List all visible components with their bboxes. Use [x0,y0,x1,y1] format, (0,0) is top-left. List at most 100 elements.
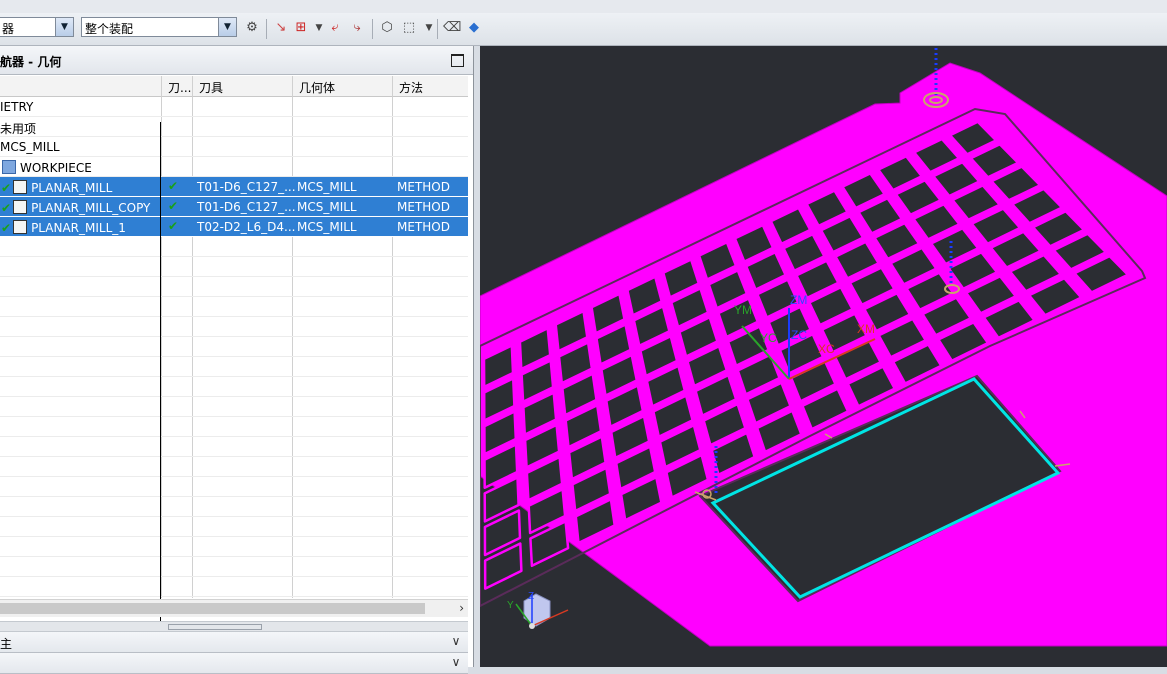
chevron-down-icon[interactable]: ▼ [218,18,236,36]
filter-combo-value: 器 [2,22,15,36]
tree-row-selected[interactable]: ✔ PLANAR_MILL ✔ T01-D6_C127_... MCS_MILL … [0,177,468,197]
axis-label-zc: ZC [791,328,807,342]
row-name: 未用项 [0,122,37,136]
dependencies-panel-header[interactable]: ∨ [0,653,468,674]
row-name: MCS_MILL [0,140,60,154]
triad-label-y: Y [507,600,514,611]
scrollbar-thumb[interactable] [0,603,425,614]
status-check-icon: ✔ [168,199,179,213]
row-name: WORKPIECE [20,161,92,175]
tree-connector-line [160,122,161,646]
row-geometry: MCS_MILL [297,220,357,234]
empty-row [0,457,468,477]
eraser-icon[interactable]: ⌫ [443,19,461,37]
empty-row [0,417,468,437]
empty-row [0,517,468,537]
toolbar-separator [266,19,267,39]
check-icon: ✔ [1,181,12,195]
details-panel-header[interactable]: 主 ∨ [0,632,468,653]
row-geometry: MCS_MILL [297,180,357,194]
row-method: METHOD [397,180,450,194]
scope-combo[interactable]: 整个装配 ▼ [81,17,237,37]
chevron-down-icon[interactable]: ▼ [55,18,73,36]
column-header: 刀... 刀具 几何体 方法 [0,76,468,97]
workpiece-icon [2,160,16,174]
toolbar-separator [437,19,438,39]
axis-label-zm: ZM [790,293,807,307]
axis-label-xc: XC [818,342,835,356]
empty-row [0,237,468,257]
axis-label-xm: XM [857,322,875,336]
empty-row [0,477,468,497]
snap-endpoint-icon[interactable]: ↘ [272,19,290,37]
empty-row [0,437,468,457]
operation-navigator: 航器 - 几何 刀... 刀具 几何体 方法 IETRY 未用项 MCS_MIL… [0,46,474,674]
triad-label-z: Z [528,591,534,602]
row-tool: T01-D6_C127_... [197,180,296,194]
snap-quadrant-icon[interactable]: ⤷ [348,19,366,37]
rectangle-select-icon[interactable]: ⬚ [400,19,418,37]
column-header-status[interactable]: 刀... [168,79,191,96]
maximize-icon[interactable] [451,54,464,67]
empty-row [0,397,468,417]
model-view[interactable]: ZM ZC YM YC XM XC Z Y [480,46,1167,667]
scope-combo-value: 整个装配 [85,22,134,36]
cube-icon[interactable]: ◆ [465,19,483,37]
empty-row [0,497,468,517]
chevron-right-icon[interactable]: › [459,601,464,615]
empty-row [0,377,468,397]
column-header-tool[interactable]: 刀具 [199,79,223,96]
axis-label-yc: YC [760,331,777,345]
empty-row [0,337,468,357]
navigator-header: 航器 - 几何 [0,46,473,75]
navigator-title: 航器 - 几何 [0,55,62,69]
column-header-method[interactable]: 方法 [399,79,423,96]
empty-row [0,357,468,377]
row-tool: T02-D2_L6_D4... [197,220,296,234]
splitter-grip[interactable] [168,624,262,630]
panel-splitter[interactable] [0,621,468,632]
empty-row [0,257,468,277]
planar-mill-icon [13,180,28,194]
status-check-icon: ✔ [168,219,179,233]
row-name: IETRY [0,100,34,114]
empty-row [0,577,468,597]
toolbar-separator [372,19,373,39]
empty-row [0,277,468,297]
tree-row-selected[interactable]: ✔ PLANAR_MILL_1 ✔ T02-D2_L6_D4... MCS_MIL… [0,217,468,237]
main-toolbar: 器 ▼ 整个装配 ▼ ⚙ ↘ ⊞ ▼ ⤶ ⤷ ⬡ ⬚ ▼ ⌫ ◆ [0,13,1167,46]
snap-point-icon[interactable]: ⊞ [292,19,310,37]
empty-row [0,537,468,557]
row-method: METHOD [397,200,450,214]
assembly-select-icon[interactable]: ⚙ [243,19,261,37]
row-tool: T01-D6_C127_... [197,200,296,214]
planar-mill-icon [13,200,28,214]
tree-row[interactable]: WORKPIECE [0,157,468,177]
row-method: METHOD [397,220,450,234]
chevron-down-icon[interactable]: ∨ [448,655,464,671]
row-name: PLANAR_MILL_1 [31,221,126,235]
check-icon: ✔ [1,221,12,235]
check-icon: ✔ [1,201,12,215]
row-name: PLANAR_MILL [31,181,113,195]
row-name: PLANAR_MILL_COPY [31,201,151,215]
graphics-viewport[interactable]: ZM ZC YM YC XM XC Z Y [480,46,1167,667]
empty-row [0,297,468,317]
view-triad: Z Y [507,591,569,629]
row-geometry: MCS_MILL [297,200,357,214]
tree-row[interactable]: 未用项 [0,117,468,137]
tree-row[interactable]: MCS_MILL [0,137,468,157]
chevron-down-icon[interactable]: ∨ [448,634,464,650]
tree-row[interactable]: IETRY [0,97,468,117]
hexagon-icon[interactable]: ⬡ [378,19,396,37]
status-check-icon: ✔ [168,179,179,193]
empty-row [0,317,468,337]
column-header-geometry[interactable]: 几何体 [299,79,335,96]
title-strip [0,0,1167,14]
snap-arc-icon[interactable]: ⤶ [326,19,344,37]
empty-row [0,557,468,577]
horizontal-scrollbar[interactable]: › [0,599,468,617]
filter-combo[interactable]: 器 ▼ [0,17,74,37]
chevron-down-icon[interactable]: ▼ [420,19,438,37]
tree-row-selected[interactable]: ✔ PLANAR_MILL_COPY ✔ T01-D6_C127_... MCS_… [0,197,468,217]
